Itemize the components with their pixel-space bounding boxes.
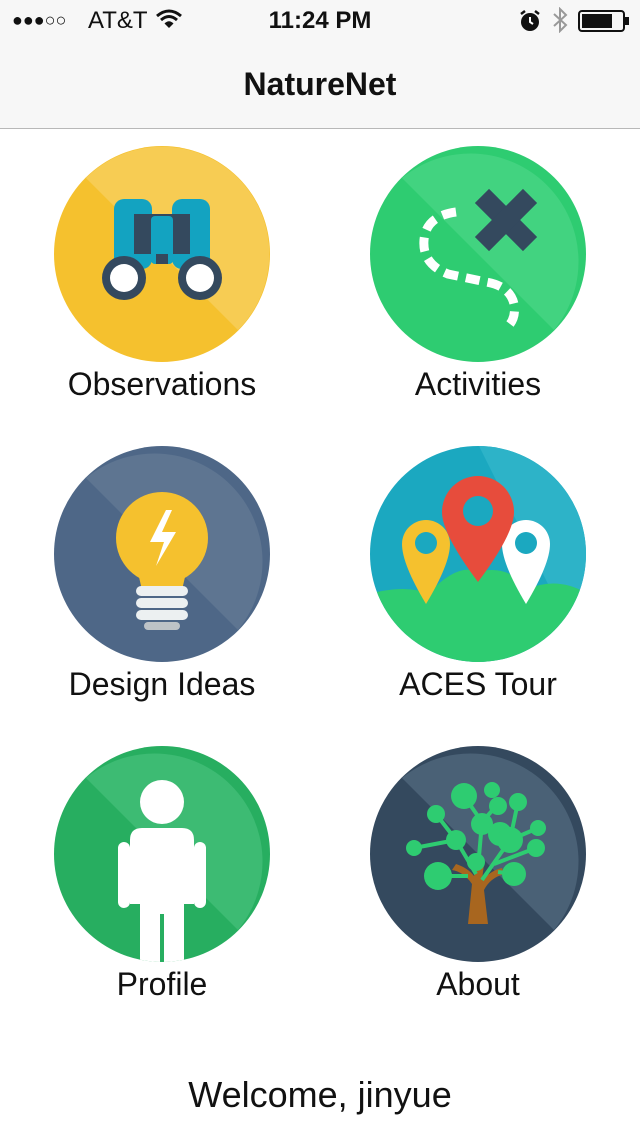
page-title: NatureNet — [243, 66, 397, 102]
aces-tour-button[interactable]: ACES Tour — [328, 444, 628, 724]
navigation-bar: NatureNet — [0, 40, 640, 129]
treasure-map-icon — [370, 146, 586, 362]
activities-label: Activities — [414, 366, 542, 402]
person-icon — [54, 746, 270, 962]
battery-icon — [578, 10, 629, 32]
about-button[interactable]: About — [328, 744, 628, 1024]
lightbulb-icon — [54, 446, 270, 662]
profile-label: Profile — [116, 966, 208, 1002]
alarm-icon — [520, 10, 540, 31]
welcome-message: Welcome, jinyue — [188, 1074, 452, 1115]
about-label: About — [436, 966, 520, 1002]
observations-label: Observations — [67, 366, 257, 402]
observations-button[interactable]: Observations — [12, 144, 312, 424]
design-ideas-button[interactable]: Design Ideas — [12, 444, 312, 724]
status-bar: ●●●○○ AT&T 11:24 PM — [0, 0, 640, 40]
activities-button[interactable]: Activities — [328, 144, 628, 424]
map-pins-icon — [370, 446, 586, 662]
profile-button[interactable]: Profile — [12, 744, 312, 1024]
bluetooth-icon — [553, 7, 568, 33]
design-ideas-label: Design Ideas — [68, 666, 256, 702]
aces-tour-label: ACES Tour — [399, 666, 557, 702]
binoculars-icon — [54, 146, 270, 362]
clock: 11:24 PM — [268, 7, 372, 34]
tree-icon — [370, 746, 586, 962]
